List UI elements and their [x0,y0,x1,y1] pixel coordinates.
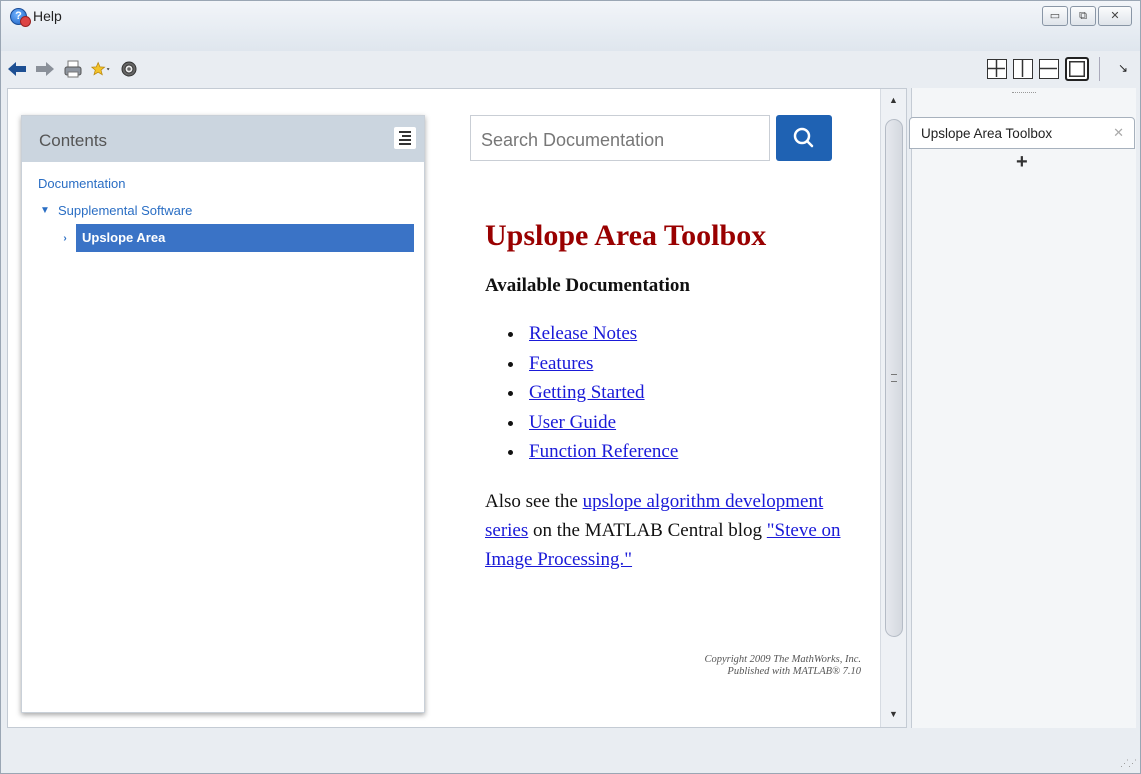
list-item: Features [525,349,865,379]
search-icon [793,127,814,148]
also-see-prefix: Also see the [485,490,583,512]
help-browser-pane: Contents Documentation ▼ Supplemental So… [7,88,907,728]
search-input[interactable]: Search Documentation [470,115,770,161]
chevron-down-icon[interactable]: ▼ [38,205,52,216]
page-title: Upslope Area Toolbox [485,219,767,252]
columns-layout-icon[interactable] [1013,59,1033,79]
minimize-button[interactable]: ▭ [1042,6,1068,26]
list-item: Function Reference [525,437,865,467]
layout-controls [987,57,1100,81]
grid-2x2-layout-icon[interactable] [987,59,1007,79]
status-bar: ⋰⋰ [1,731,1140,773]
restore-button[interactable]: ⧉ [1070,6,1096,26]
doc-content: Upslope Area Toolbox Available Documenta… [485,219,865,574]
toc-item-supplemental-software[interactable]: ▼ Supplemental Software [38,203,424,218]
settings-gear-icon[interactable] [119,59,139,79]
link-function-reference[interactable]: Function Reference [529,441,678,462]
link-release-notes[interactable]: Release Notes [529,323,637,344]
search-button[interactable] [776,115,832,161]
contents-toggle-icon[interactable] [394,127,416,149]
scroll-grip-icon [891,374,897,382]
close-button[interactable]: ✕ [1098,6,1132,26]
window-controls: ▭ ⧉ ✕ [1042,6,1132,26]
title-bar: ? Help ▭ ⧉ ✕ [1,1,1140,51]
search-placeholder: Search Documentation [481,130,665,150]
forward-arrow-icon[interactable] [35,59,55,79]
single-layout-icon[interactable] [1065,57,1089,81]
also-see-middle: on the MATLAB Central blog [528,519,767,541]
contents-tree: Documentation ▼ Supplemental Software › … [22,162,424,252]
link-user-guide[interactable]: User Guide [529,412,616,433]
back-arrow-icon[interactable] [7,59,27,79]
favorites-star-icon[interactable] [91,59,111,79]
toc-item-upslope-area[interactable]: › Upslope Area [58,224,414,252]
print-icon[interactable] [63,59,83,79]
also-see-paragraph: Also see the upslope algorithm developme… [485,487,865,574]
vertical-scrollbar[interactable]: ▲ ▼ [880,89,906,727]
add-tab-button[interactable]: + [1016,151,1028,174]
toc-item-label: Supplemental Software [58,203,193,218]
scroll-up-icon[interactable]: ▲ [889,95,898,105]
toc-item-label: Upslope Area [76,224,414,252]
tab-label: Upslope Area Toolbox [921,126,1053,141]
chevron-right-icon[interactable]: › [58,233,72,244]
list-item: User Guide [525,408,865,438]
undock-arrow-icon[interactable]: ↘ [1118,61,1128,75]
help-app-icon: ? [10,8,31,27]
link-getting-started[interactable]: Getting Started [529,382,645,403]
copyright-notice: Copyright 2009 The MathWorks, Inc. Publi… [618,654,861,678]
section-heading: Available Documentation [485,275,690,296]
link-features[interactable]: Features [529,353,593,374]
layout-divider [1099,57,1100,81]
resize-grip-icon[interactable]: ⋰⋰ [1120,758,1137,769]
contents-panel: Contents Documentation ▼ Supplemental So… [21,115,425,713]
doc-links-list: Release Notes Features Getting Started U… [525,319,865,467]
scroll-down-icon[interactable]: ▼ [889,709,898,719]
toc-item-documentation[interactable]: Documentation [38,176,424,191]
scrollbar-thumb[interactable] [885,119,903,637]
contents-header: Contents [22,116,424,162]
help-window: ? Help ▭ ⧉ ✕ ↘ Contents Documentation ▼ … [0,0,1141,774]
rows-layout-icon[interactable] [1039,59,1059,79]
window-title: Help [33,8,62,24]
list-item: Getting Started [525,378,865,408]
close-tab-icon[interactable]: ✕ [1113,125,1124,141]
document-tabs-panel: Upslope Area Toolbox ✕ + [909,88,1136,728]
contents-title: Contents [39,131,108,150]
list-item: Release Notes [525,319,865,349]
tab-upslope-area-toolbox[interactable]: Upslope Area Toolbox ✕ [909,117,1135,149]
toolbar [7,56,139,82]
panel-grip-icon[interactable] [1012,92,1036,95]
copyright-line: Copyright 2009 The MathWorks, Inc. [704,654,861,665]
published-line: Published with MATLAB® 7.10 [727,666,861,677]
